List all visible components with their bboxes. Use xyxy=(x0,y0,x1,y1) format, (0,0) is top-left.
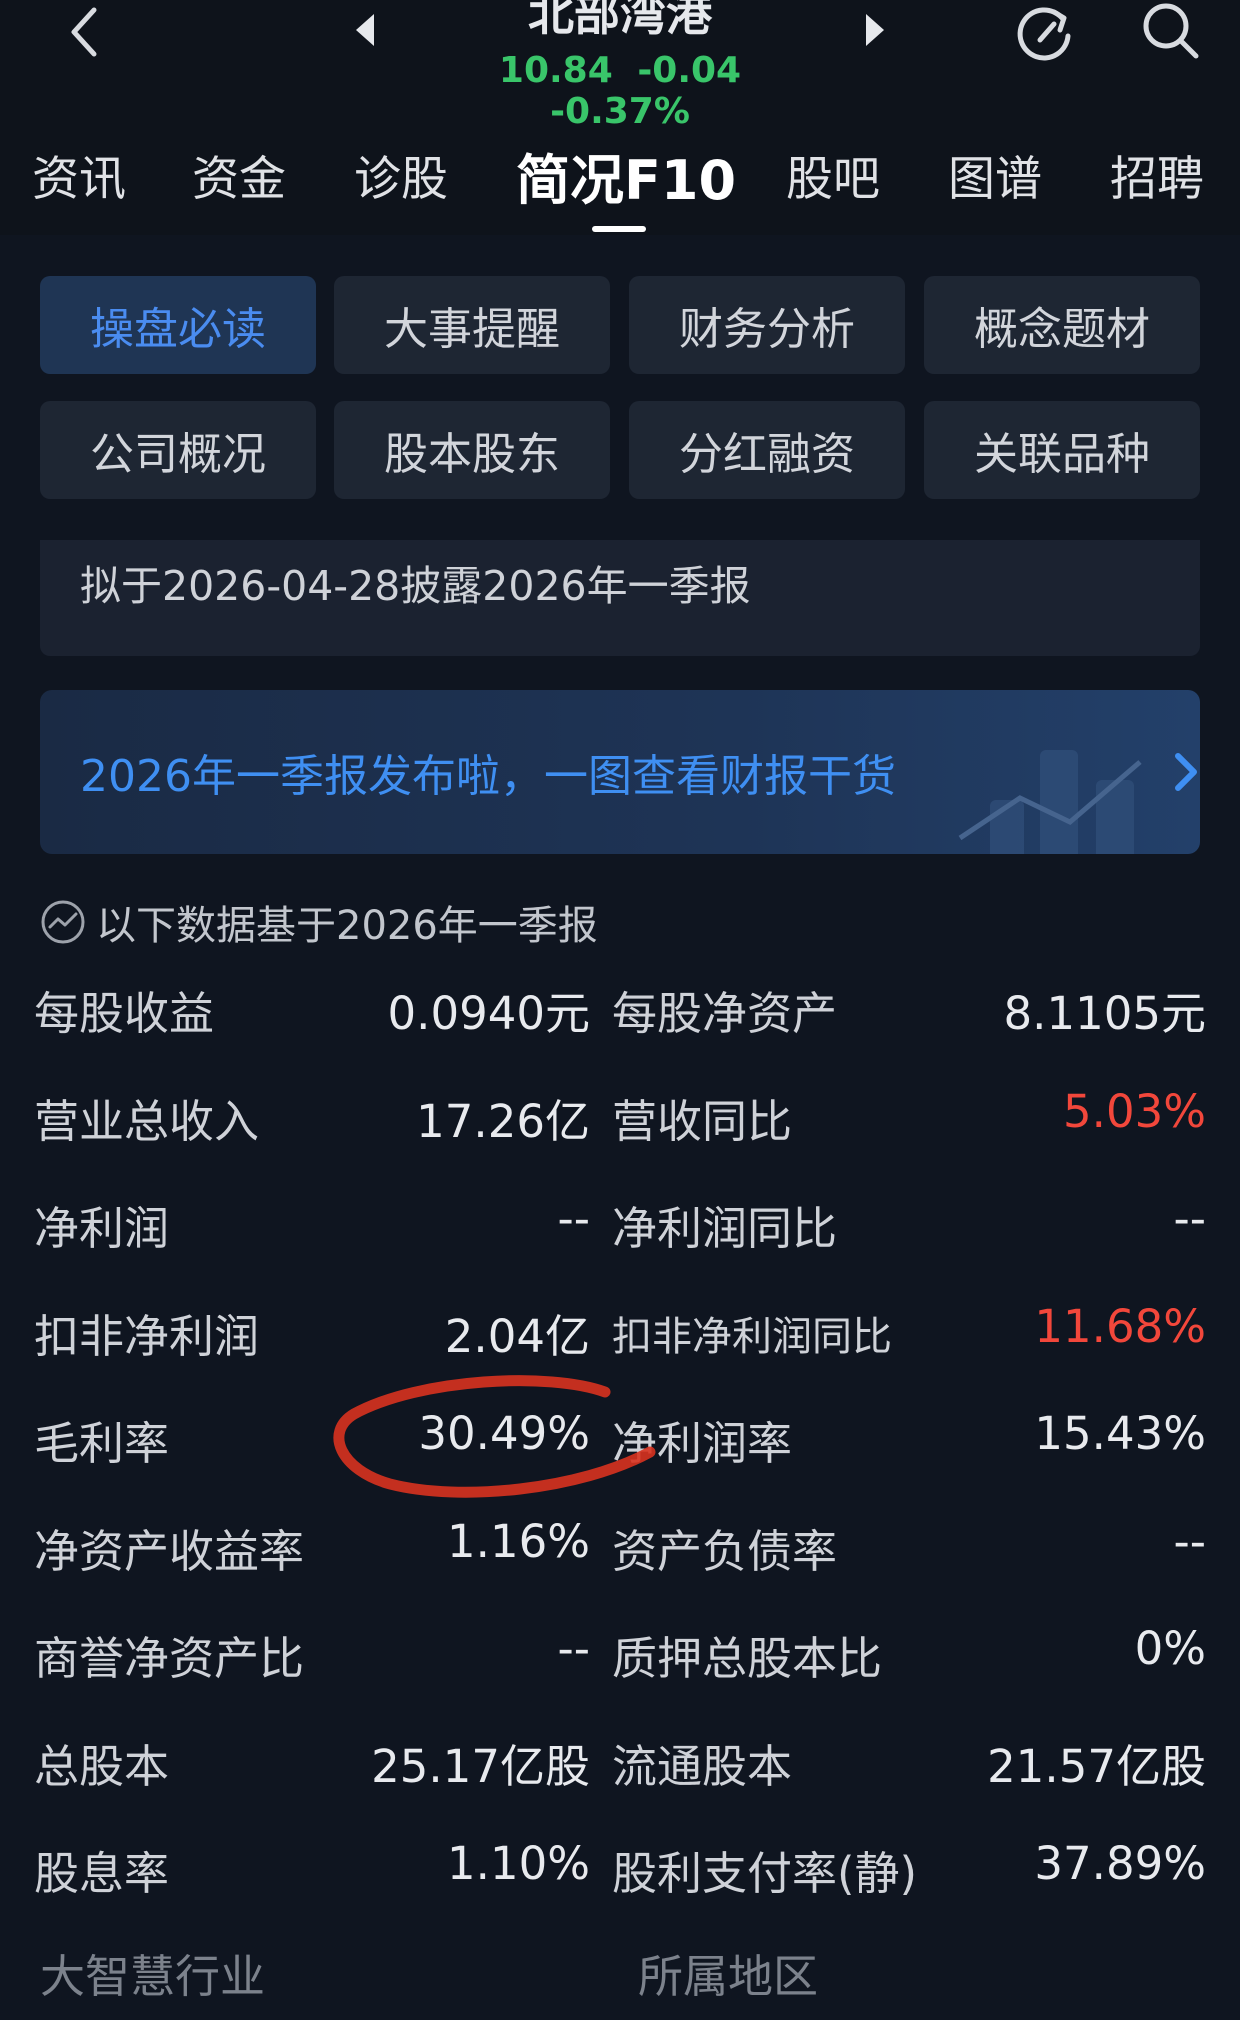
basis-text: 以下数据基于2026年一季报 xyxy=(96,903,598,949)
back-arrow-icon[interactable] xyxy=(62,2,108,62)
refresh-icon[interactable] xyxy=(1010,0,1078,64)
industry-label: 大智慧行业 xyxy=(40,1950,266,2003)
metric-label: 净资产收益率 xyxy=(34,1524,305,1578)
metric-label: 毛利率 xyxy=(34,1417,170,1470)
subtab-company-profile[interactable]: 公司概况 xyxy=(40,401,316,499)
metric-value: -- xyxy=(1173,1192,1206,1245)
metric-label: 总股本 xyxy=(34,1739,170,1793)
metric-label: 质押总股本比 xyxy=(612,1632,883,1685)
subtab-shareholders[interactable]: 股本股东 xyxy=(334,401,610,499)
table-row: 总股本 25.17亿股 流通股本 21.57亿股 xyxy=(0,1718,1240,1826)
metric-value: 17.26亿 xyxy=(416,1094,590,1148)
main-tab-bar: 资讯 资金 诊股 简况F10 股吧 图谱 招聘 xyxy=(0,140,1240,212)
tab-news[interactable]: 资讯 xyxy=(32,140,126,209)
industry-region-row: 大智慧行业 所属地区 xyxy=(0,1940,1240,2020)
metric-value: 2.04亿 xyxy=(444,1309,590,1363)
notice-text: 拟于2026-04-28披露2026年一季报 xyxy=(80,562,751,610)
search-icon[interactable] xyxy=(1138,0,1202,64)
metric-value: 1.16% xyxy=(447,1514,590,1568)
metric-value: -- xyxy=(557,1192,590,1245)
metric-value: -- xyxy=(557,1622,590,1675)
subtab-financial-analysis[interactable]: 财务分析 xyxy=(629,276,905,374)
active-tab-indicator xyxy=(592,226,646,232)
subtab-related[interactable]: 关联品种 xyxy=(924,401,1200,499)
table-row: 营业总收入 17.26亿 营收同比 5.03% xyxy=(0,1073,1240,1181)
trend-circle-icon xyxy=(41,900,85,944)
metric-label: 净利润 xyxy=(34,1202,170,1255)
tab-graph[interactable]: 图谱 xyxy=(948,140,1042,209)
table-row: 商誉净资产比 -- 质押总股本比 0% xyxy=(0,1610,1240,1718)
metric-label: 营收同比 xyxy=(612,1094,793,1148)
red-circle-annotation xyxy=(333,1375,656,1498)
metric-value: 15.43% xyxy=(1034,1407,1206,1460)
data-basis-note: 以下数据基于2026年一季报 xyxy=(40,896,598,949)
metric-value: 37.89% xyxy=(1034,1837,1206,1890)
metric-label: 营业总收入 xyxy=(34,1094,260,1148)
tab-f10[interactable]: 简况F10 xyxy=(516,136,736,215)
table-row: 净利润 -- 净利润同比 -- xyxy=(0,1180,1240,1288)
metric-value: 5.03% xyxy=(1063,1084,1206,1138)
banner-text: 2026年一季报发布啦，一图查看财报干货 xyxy=(80,751,896,802)
subtab-dividends[interactable]: 分红融资 xyxy=(629,401,905,499)
top-bar: 北部湾港 10.84 -0.04 -0.37% 资讯 资金 诊股 简况F10 股… xyxy=(0,0,1240,235)
metric-value: 21.57亿股 xyxy=(987,1739,1206,1793)
metric-value: 0% xyxy=(1134,1622,1206,1675)
next-stock-icon[interactable] xyxy=(862,12,888,48)
stock-name: 北部湾港 xyxy=(528,0,712,41)
table-row: 净资产收益率 1.16% 资产负债率 -- xyxy=(0,1503,1240,1611)
last-price: 10.84 xyxy=(498,50,613,91)
metric-label: 每股收益 xyxy=(34,987,215,1040)
subtab-concepts[interactable]: 概念题材 xyxy=(924,276,1200,374)
price-change: -0.04 xyxy=(637,50,742,91)
metric-label: 每股净资产 xyxy=(612,987,838,1040)
metric-value: 0.0940元 xyxy=(387,987,590,1040)
region-label: 所属地区 xyxy=(638,1950,819,2003)
subtab-must-read[interactable]: 操盘必读 xyxy=(40,276,316,374)
tab-jobs[interactable]: 招聘 xyxy=(1110,140,1204,209)
metric-label: 资产负债率 xyxy=(612,1524,838,1578)
metric-value: 25.17亿股 xyxy=(371,1739,590,1793)
metric-value: 1.10% xyxy=(447,1837,590,1890)
quote-line: 10.84 -0.04 -0.37% xyxy=(420,50,820,132)
metric-label: 商誉净资产比 xyxy=(34,1632,305,1685)
subtab-events[interactable]: 大事提醒 xyxy=(334,276,610,374)
metric-label: 扣非净利润 xyxy=(34,1309,260,1363)
metric-value: 11.68% xyxy=(1034,1299,1206,1353)
previous-stock-icon[interactable] xyxy=(352,12,378,48)
metric-label: 净利润同比 xyxy=(612,1202,838,1255)
metric-label: 扣非净利润同比 xyxy=(612,1313,892,1360)
report-banner[interactable]: 2026年一季报发布啦，一图查看财报干货 xyxy=(40,690,1200,854)
tab-diagnosis[interactable]: 诊股 xyxy=(354,140,448,209)
table-row: 股息率 1.10% 股利支付率(静) 37.89% xyxy=(0,1825,1240,1933)
table-row: 每股收益 0.0940元 每股净资产 8.1105元 xyxy=(0,965,1240,1073)
tab-forum[interactable]: 股吧 xyxy=(786,140,880,209)
disclosure-notice: 拟于2026-04-28披露2026年一季报 xyxy=(40,540,1200,656)
metric-value: -- xyxy=(1173,1514,1206,1568)
chevron-right-icon xyxy=(1175,753,1197,791)
metric-label: 股利支付率(静) xyxy=(612,1847,918,1900)
metric-label: 流通股本 xyxy=(612,1739,793,1793)
chart-decoration-icon xyxy=(958,750,1142,854)
tab-funds[interactable]: 资金 xyxy=(192,140,286,209)
metric-value: 8.1105元 xyxy=(1003,987,1206,1040)
price-change-pct: -0.37% xyxy=(550,91,690,132)
metric-label: 股息率 xyxy=(34,1847,170,1900)
